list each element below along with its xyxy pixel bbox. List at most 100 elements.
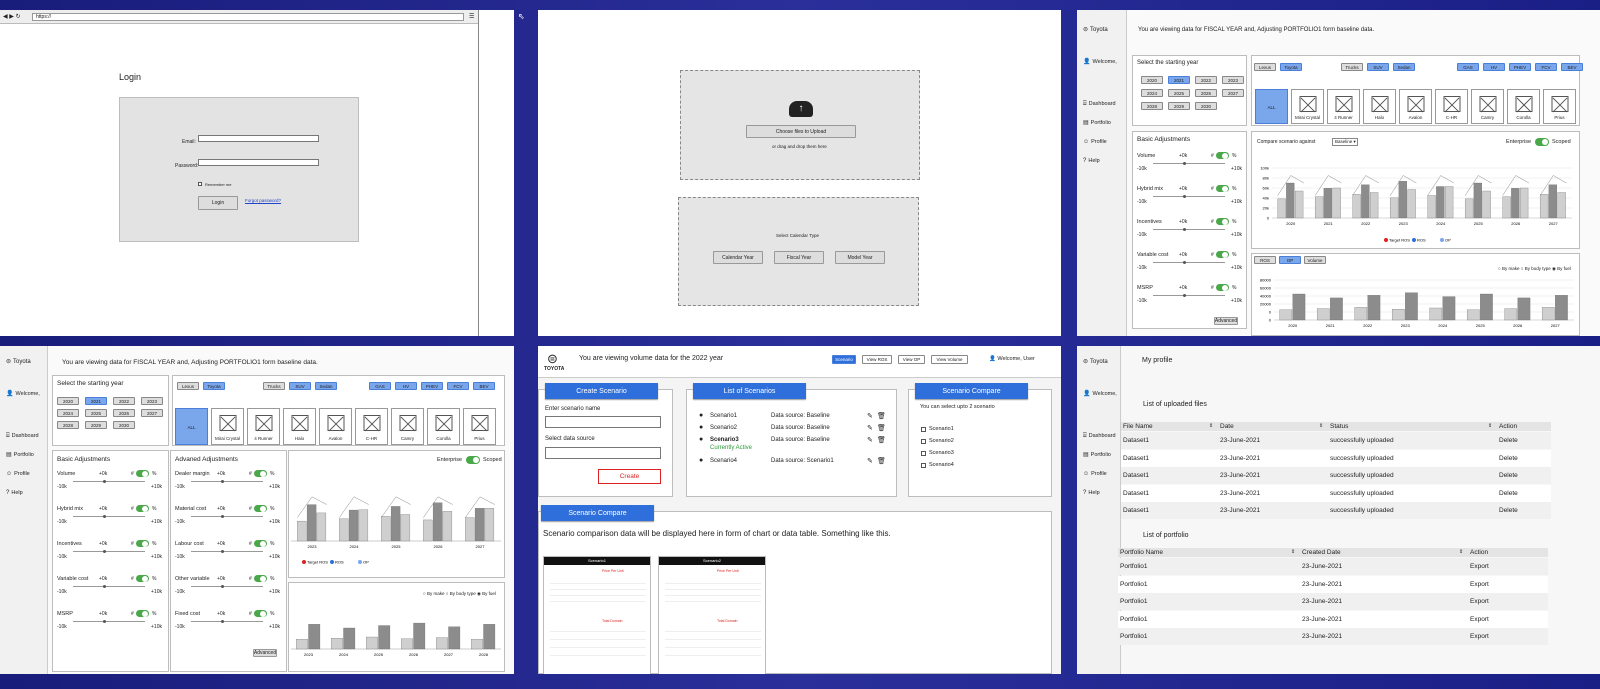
edit-icon[interactable]: ✎ [867, 436, 873, 444]
slider-knob[interactable] [221, 585, 224, 588]
upload-dropzone[interactable]: ↑ Choose files to Upload or drag and dro… [680, 70, 920, 180]
filter-lexus[interactable]: Lexus [1254, 63, 1276, 71]
adj-toggle[interactable] [1216, 185, 1229, 192]
sidebar-item-dashboard[interactable]: ⌸ Dashboard [1083, 101, 1116, 107]
car-card-halo[interactable]: Halo [283, 408, 316, 445]
adj-slider[interactable] [73, 480, 145, 483]
sort-icon[interactable]: ⇕ [1209, 423, 1213, 429]
adj-toggle[interactable] [136, 610, 149, 617]
row-action-link[interactable]: Export [1470, 633, 1489, 640]
slider-knob[interactable] [221, 620, 224, 623]
adj-toggle[interactable] [254, 505, 267, 512]
by-radios[interactable]: ○ By make ○ By body type ◉ By fuel [423, 591, 496, 597]
filter-sedan[interactable]: Sedan [1393, 63, 1415, 71]
tab-ros[interactable]: ROS [1254, 256, 1276, 264]
adj-slider[interactable] [191, 515, 263, 518]
baseline-select[interactable]: Baseline ▾ [1332, 138, 1358, 146]
column-header[interactable]: Action [1499, 423, 1517, 430]
car-card-corolla[interactable]: Corolla [1507, 89, 1540, 124]
car-card-camry[interactable]: Camry [391, 408, 424, 445]
slider-knob[interactable] [1183, 294, 1186, 297]
car-card-c-hr[interactable]: C-HR [355, 408, 388, 445]
row-action-link[interactable]: Delete [1499, 455, 1518, 462]
year-2023[interactable]: 2023 [141, 397, 163, 405]
edit-icon[interactable]: ✎ [867, 424, 873, 432]
slider-knob[interactable] [103, 515, 106, 518]
nav-view-ros[interactable]: View ROS [862, 355, 892, 364]
car-card-avalon[interactable]: Avalon [1399, 89, 1432, 124]
column-header[interactable]: Status [1330, 423, 1348, 430]
sidebar-brand[interactable]: ⊜ Toyota [6, 359, 31, 365]
slider-knob[interactable] [221, 550, 224, 553]
scope-toggle[interactable] [1535, 138, 1549, 146]
adj-slider[interactable] [191, 620, 263, 623]
scenario-name[interactable]: Scenario4 [710, 458, 737, 464]
sort-icon[interactable]: ⇕ [1459, 549, 1463, 555]
data-source-select[interactable] [545, 447, 661, 459]
menu-icon[interactable]: ☰ [469, 13, 474, 20]
year-2028[interactable]: 2028 [57, 421, 79, 429]
create-button[interactable]: Create [598, 469, 661, 484]
column-header[interactable]: Portfolio Name [1120, 549, 1163, 556]
scenario-checkbox[interactable] [921, 451, 926, 456]
nav-view-op[interactable]: View OP [898, 355, 925, 364]
sidebar-item-help[interactable]: ? Help [1083, 158, 1100, 164]
sidebar-brand[interactable]: ⊜ Toyota [1083, 359, 1108, 365]
row-action-link[interactable]: Export [1470, 616, 1489, 623]
row-action-link[interactable]: Delete [1499, 437, 1518, 444]
adj-slider[interactable] [1153, 294, 1225, 297]
delete-icon[interactable]: 🗑 [877, 436, 886, 444]
sidebar-item-portfolio[interactable]: ▤ Portfolio [1083, 452, 1111, 458]
slider-knob[interactable] [221, 515, 224, 518]
car-card-camry[interactable]: Camry [1471, 89, 1504, 124]
filter-fcv[interactable]: FCV [447, 382, 469, 390]
adj-slider[interactable] [191, 480, 263, 483]
adj-toggle[interactable] [1216, 251, 1229, 258]
filter-phev[interactable]: PHEV [1509, 63, 1531, 71]
model-year-button[interactable]: Model Year [835, 251, 885, 264]
adj-toggle[interactable] [254, 610, 267, 617]
year-2029[interactable]: 2029 [85, 421, 107, 429]
scenario-name[interactable]: Scenario1 [710, 413, 737, 419]
adj-slider[interactable] [191, 585, 263, 588]
scenario-checkbox[interactable] [921, 439, 926, 444]
scenario-checkbox[interactable] [921, 463, 926, 468]
sidebar-item-dashboard[interactable]: ⌸ Dashboard [1083, 433, 1116, 439]
adj-toggle[interactable] [1216, 284, 1229, 291]
year-2020[interactable]: 2020 [1141, 76, 1163, 84]
column-header[interactable]: File Name [1123, 423, 1153, 430]
sort-icon[interactable]: ⇕ [1291, 549, 1295, 555]
advanced-button[interactable]: Advanced [253, 649, 277, 657]
filter-hv[interactable]: HV [1483, 63, 1505, 71]
calendar-year-button[interactable]: Calendar Year [713, 251, 763, 264]
year-2020[interactable]: 2020 [57, 397, 79, 405]
sidebar-item-profile[interactable]: ☺ Profile [1083, 471, 1107, 477]
car-card-corolla[interactable]: Corolla [427, 408, 460, 445]
adj-slider[interactable] [1153, 261, 1225, 264]
adj-slider[interactable] [73, 515, 145, 518]
slider-knob[interactable] [1183, 162, 1186, 165]
adj-toggle[interactable] [136, 470, 149, 477]
filter-phev[interactable]: PHEV [421, 382, 443, 390]
sidebar-item-profile[interactable]: ☺ Profile [6, 471, 30, 477]
delete-icon[interactable]: 🗑 [877, 412, 886, 420]
car-card-mirai-crystal[interactable]: Mirai Crystal [1291, 89, 1324, 124]
filter-suv[interactable]: SUV [289, 382, 311, 390]
choose-files-button[interactable]: Choose files to Upload [746, 125, 856, 138]
scenario-name[interactable]: Scenario2 [710, 425, 737, 431]
car-card-4-runner[interactable]: 4 Runner [247, 408, 280, 445]
scenario-checkbox[interactable] [921, 427, 926, 432]
row-action-link[interactable]: Delete [1499, 472, 1518, 479]
year-2030[interactable]: 2030 [113, 421, 135, 429]
year-2026[interactable]: 2026 [1195, 89, 1217, 97]
year-2022[interactable]: 2022 [113, 397, 135, 405]
nav-arrows-icon[interactable]: ◀ ▶ ↻ [3, 13, 21, 20]
slider-knob[interactable] [103, 550, 106, 553]
delete-icon[interactable]: 🗑 [877, 457, 886, 465]
sidebar-item-profile[interactable]: ☺ Profile [1083, 139, 1107, 145]
adj-toggle[interactable] [136, 505, 149, 512]
url-field[interactable]: https:// [32, 13, 464, 21]
car-card-mirai-crystal[interactable]: Mirai Crystal [211, 408, 244, 445]
adj-toggle[interactable] [1216, 218, 1229, 225]
year-2025[interactable]: 2025 [1168, 89, 1190, 97]
